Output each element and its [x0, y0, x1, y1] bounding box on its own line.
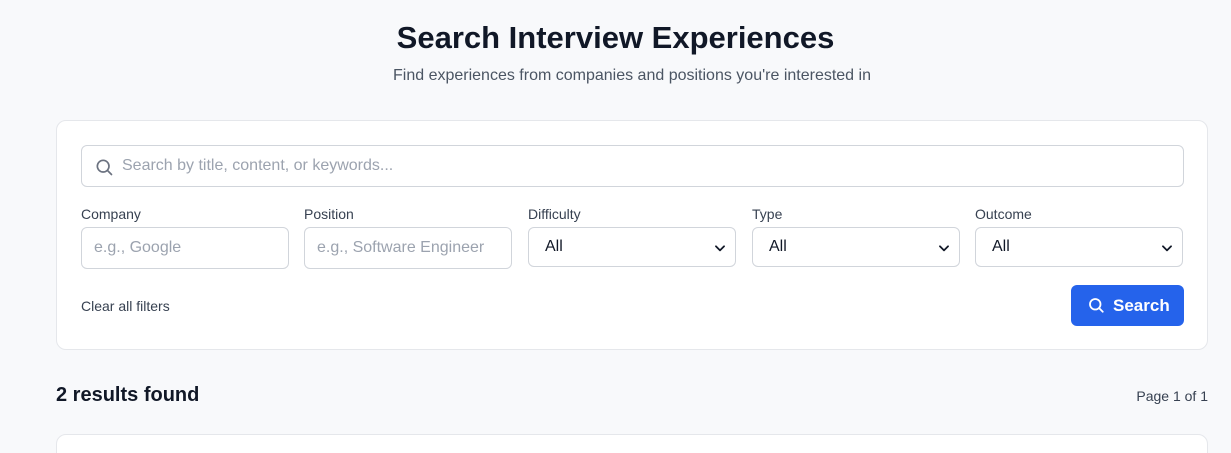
search-input[interactable]	[122, 146, 1172, 186]
position-input[interactable]	[304, 227, 512, 269]
company-label: Company	[81, 206, 141, 222]
search-page: Search Interview Experiences Find experi…	[0, 0, 1231, 453]
page-indicator: Page 1 of 1	[1136, 388, 1208, 404]
search-box[interactable]	[81, 145, 1184, 187]
search-icon	[1089, 298, 1104, 313]
search-icon	[96, 159, 113, 176]
filter-card: Company Position Difficulty All Type All…	[56, 120, 1208, 350]
outcome-select[interactable]: All	[975, 227, 1183, 267]
position-label: Position	[304, 206, 354, 222]
outcome-select-value: All	[992, 238, 1010, 255]
search-button-label: Search	[1113, 296, 1170, 315]
outcome-label: Outcome	[975, 206, 1032, 222]
page-title: Search Interview Experiences	[396, 20, 835, 55]
chevron-down-icon	[715, 245, 725, 252]
chevron-down-icon	[939, 245, 949, 252]
type-label: Type	[752, 206, 783, 222]
difficulty-select-value: All	[545, 238, 563, 255]
search-button[interactable]: Search	[1071, 285, 1184, 326]
difficulty-label: Difficulty	[528, 206, 581, 222]
type-select-value: All	[769, 238, 787, 255]
type-select[interactable]: All	[752, 227, 960, 267]
difficulty-select[interactable]: All	[528, 227, 736, 267]
chevron-down-icon	[1162, 245, 1172, 252]
clear-filters-link[interactable]: Clear all filters	[81, 298, 170, 314]
page-subtitle: Find experiences from companies and posi…	[393, 67, 871, 84]
result-card[interactable]	[56, 434, 1208, 453]
results-count: 2 results found	[56, 384, 200, 406]
company-input[interactable]	[81, 227, 289, 269]
